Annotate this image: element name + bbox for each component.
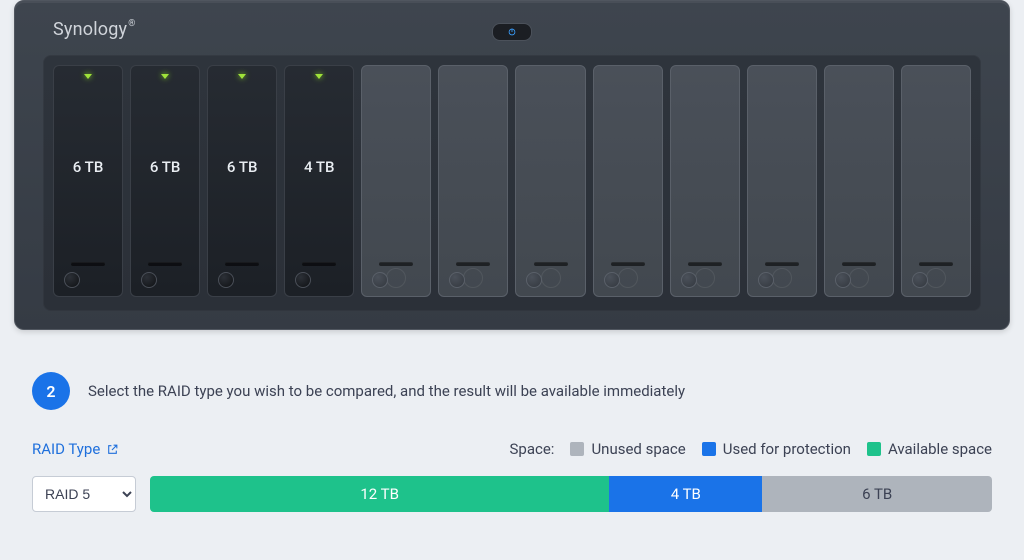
drive-capacity-label: 6 TB <box>227 158 258 176</box>
bay-lock-knob-icon <box>681 272 697 288</box>
bay-handle-slot <box>225 262 259 266</box>
step-row: 2 Select the RAID type you wish to be co… <box>32 372 992 410</box>
empty-bay-indicator-icon <box>849 268 869 288</box>
raid-type-label: RAID Type <box>32 440 100 458</box>
empty-bay-indicator-icon <box>463 268 483 288</box>
bay-handle-slot <box>302 262 336 266</box>
bay-handle-slot <box>379 262 413 266</box>
raid-type-link[interactable]: RAID Type <box>32 440 119 458</box>
drive-bay-tray: 6 TB 6 TB 6 TB 4 TB <box>43 55 981 311</box>
empty-bay-indicator-icon <box>926 268 946 288</box>
brand-logo: Synology® <box>53 19 136 40</box>
drive-capacity-label: 6 TB <box>73 158 104 176</box>
drive-led-icon <box>84 74 92 79</box>
bay-handle-slot <box>842 262 876 266</box>
drive-bay-empty[interactable] <box>747 65 817 297</box>
bay-handle-slot <box>533 262 567 266</box>
bar-segment-available: 12 TB <box>150 476 609 512</box>
empty-bay-indicator-icon <box>695 268 715 288</box>
bay-lock-knob-icon <box>835 272 851 288</box>
drive-capacity-label: 6 TB <box>150 158 181 176</box>
drive-bay-empty[interactable] <box>824 65 894 297</box>
drive-bay-empty[interactable] <box>670 65 740 297</box>
nas-chassis: Synology® 6 TB 6 TB 6 TB 4 TB <box>14 0 1010 330</box>
bay-lock-knob-icon <box>64 272 80 288</box>
bay-handle-slot <box>765 262 799 266</box>
power-button[interactable] <box>492 23 532 41</box>
external-link-icon <box>106 443 119 456</box>
bay-lock-knob-icon <box>758 272 774 288</box>
bay-lock-knob-icon <box>449 272 465 288</box>
space-allocation-bar: 12 TB 4 TB 6 TB <box>150 476 992 512</box>
power-icon <box>507 27 517 37</box>
space-legend: Space: Unused space Used for protection … <box>510 440 993 458</box>
bay-handle-slot <box>919 262 953 266</box>
empty-bay-indicator-icon <box>618 268 638 288</box>
brand-text: Synology <box>53 19 127 40</box>
empty-bay-indicator-icon <box>386 268 406 288</box>
bay-handle-slot <box>148 262 182 266</box>
bar-segment-unused: 6 TB <box>762 476 992 512</box>
bay-lock-knob-icon <box>295 272 311 288</box>
drive-led-icon <box>238 74 246 79</box>
drive-bay-filled[interactable]: 6 TB <box>130 65 200 297</box>
bay-lock-knob-icon <box>372 272 388 288</box>
bay-handle-slot <box>456 262 490 266</box>
drive-bay-empty[interactable] <box>438 65 508 297</box>
legend-title: Space: <box>510 440 555 458</box>
step-number-badge: 2 <box>32 372 70 410</box>
drive-led-icon <box>161 74 169 79</box>
bay-lock-knob-icon <box>526 272 542 288</box>
legend-available: Available space <box>867 440 992 458</box>
swatch-protection-icon <box>702 442 716 456</box>
legend-unused: Unused space <box>570 440 685 458</box>
drive-led-icon <box>315 74 323 79</box>
drive-bay-filled[interactable]: 4 TB <box>284 65 354 297</box>
bay-lock-knob-icon <box>141 272 157 288</box>
bar-segment-protection: 4 TB <box>609 476 762 512</box>
bay-handle-slot <box>71 262 105 266</box>
drive-bay-empty[interactable] <box>593 65 663 297</box>
empty-bay-indicator-icon <box>541 268 561 288</box>
swatch-available-icon <box>867 442 881 456</box>
bay-lock-knob-icon <box>604 272 620 288</box>
drive-bay-empty[interactable] <box>515 65 585 297</box>
raid-type-select[interactable]: RAID 5 <box>32 476 136 512</box>
drive-bay-filled[interactable]: 6 TB <box>53 65 123 297</box>
bay-lock-knob-icon <box>912 272 928 288</box>
legend-protection: Used for protection <box>702 440 851 458</box>
empty-bay-indicator-icon <box>772 268 792 288</box>
step-instruction: Select the RAID type you wish to be comp… <box>88 382 685 400</box>
bay-handle-slot <box>688 262 722 266</box>
drive-bay-filled[interactable]: 6 TB <box>207 65 277 297</box>
drive-capacity-label: 4 TB <box>304 158 335 176</box>
swatch-unused-icon <box>570 442 584 456</box>
drive-bay-empty[interactable] <box>361 65 431 297</box>
bay-lock-knob-icon <box>218 272 234 288</box>
drive-bay-empty[interactable] <box>901 65 971 297</box>
bay-handle-slot <box>611 262 645 266</box>
